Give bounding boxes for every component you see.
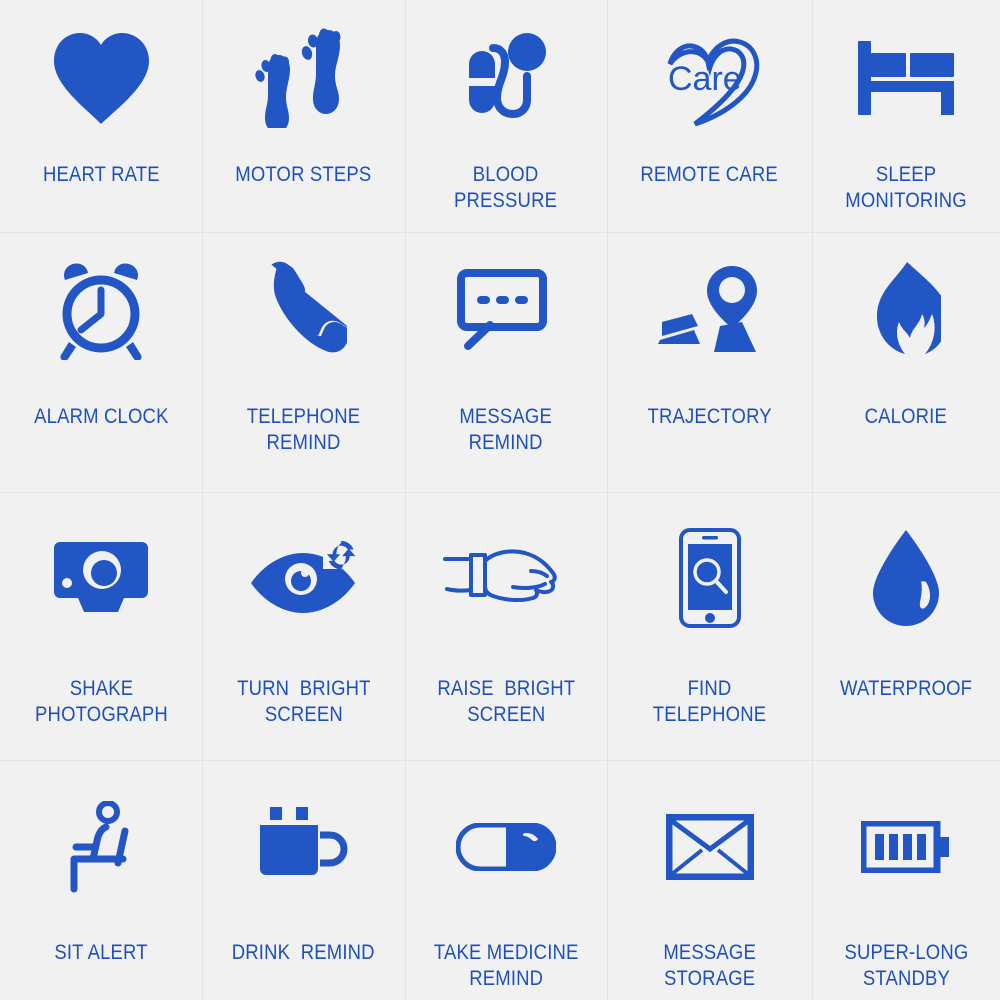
feature-label: TURN BRIGHT SCREEN	[236, 677, 371, 726]
feature-cell-motor-steps[interactable]: MOTOR STEPS	[202, 0, 405, 232]
bed-icon	[841, 22, 971, 134]
feature-label: SLEEP MONITORING	[845, 163, 967, 212]
feature-cell-calorie[interactable]: CALORIE	[812, 232, 1000, 492]
care-heart-icon-text: Care	[668, 60, 742, 98]
feature-label: TAKE MEDICINE REMIND	[433, 941, 579, 990]
map-pin-route-icon	[645, 254, 775, 366]
feature-label: HEART RATE	[42, 163, 160, 186]
envelope-icon	[645, 792, 775, 902]
footprints-icon	[239, 22, 369, 134]
capsule-pill-icon	[441, 792, 571, 902]
feature-icon-grid: HEART RATE MOTOR STEPS BLOOD PRESSURE Ca…	[0, 0, 1000, 1000]
feature-label: CALORIE	[864, 405, 948, 428]
feature-cell-turn-bright-screen[interactable]: TURN BRIGHT SCREEN	[202, 492, 405, 760]
phone-search-icon	[645, 522, 775, 634]
sitting-person-icon	[36, 792, 166, 902]
feature-cell-remote-care[interactable]: Care REMOTE CARE	[607, 0, 812, 232]
feature-label: TELEPHONE REMIND	[246, 405, 361, 454]
feature-label: BLOOD PRESSURE	[454, 163, 558, 212]
feature-cell-take-medicine-remind[interactable]: TAKE MEDICINE REMIND	[405, 760, 607, 1000]
feature-label: SHAKE PHOTOGRAPH	[34, 677, 168, 726]
wrist-watch-icon	[441, 522, 571, 634]
feature-cell-telephone-remind[interactable]: TELEPHONE REMIND	[202, 232, 405, 492]
feature-label: DRINK REMIND	[232, 941, 375, 964]
coffee-mug-icon	[239, 792, 369, 902]
care-heart-icon: Care	[645, 22, 775, 134]
feature-label: ALARM CLOCK	[33, 405, 169, 428]
feature-label: TRAJECTORY	[647, 405, 772, 428]
feature-cell-sit-alert[interactable]: SIT ALERT	[0, 760, 202, 1000]
feature-cell-message-remind[interactable]: MESSAGE REMIND	[405, 232, 607, 492]
feature-cell-message-storage[interactable]: MESSAGE STORAGE	[607, 760, 812, 1000]
feature-cell-waterproof[interactable]: WATERPROOF	[812, 492, 1000, 760]
feature-label: MESSAGE REMIND	[459, 405, 553, 454]
feature-cell-heart-rate[interactable]: HEART RATE	[0, 0, 202, 232]
heart-icon	[36, 22, 166, 134]
feature-label: FIND TELEPHONE	[652, 677, 767, 726]
feature-cell-super-long-standby[interactable]: SUPER-LONG STANDBY	[812, 760, 1000, 1000]
water-drop-icon	[841, 522, 971, 634]
feature-label: MESSAGE STORAGE	[663, 941, 756, 990]
feature-label: REMOTE CARE	[640, 163, 779, 186]
feature-cell-raise-bright-screen[interactable]: RAISE BRIGHT SCREEN	[405, 492, 607, 760]
feature-label: SIT ALERT	[54, 941, 148, 964]
feature-cell-find-telephone[interactable]: FIND TELEPHONE	[607, 492, 812, 760]
flame-icon	[841, 254, 971, 366]
feature-cell-sleep-monitoring[interactable]: SLEEP MONITORING	[812, 0, 1000, 232]
telephone-handset-icon	[239, 254, 369, 366]
feature-label: SUPER-LONG STANDBY	[844, 941, 968, 990]
alarm-clock-icon	[36, 254, 166, 366]
blood-pressure-cuff-icon	[441, 22, 571, 134]
feature-cell-blood-pressure[interactable]: BLOOD PRESSURE	[405, 0, 607, 232]
battery-icon	[841, 792, 971, 902]
feature-cell-drink-remind[interactable]: DRINK REMIND	[202, 760, 405, 1000]
feature-label: MOTOR STEPS	[235, 163, 372, 186]
feature-label: WATERPROOF	[839, 677, 973, 700]
speech-bubble-icon	[441, 254, 571, 366]
feature-cell-trajectory[interactable]: TRAJECTORY	[607, 232, 812, 492]
feature-cell-alarm-clock[interactable]: ALARM CLOCK	[0, 232, 202, 492]
feature-cell-shake-photograph[interactable]: SHAKE PHOTOGRAPH	[0, 492, 202, 760]
feature-label: RAISE BRIGHT SCREEN	[437, 677, 575, 726]
eye-refresh-icon	[239, 522, 369, 634]
camera-icon	[36, 522, 166, 634]
